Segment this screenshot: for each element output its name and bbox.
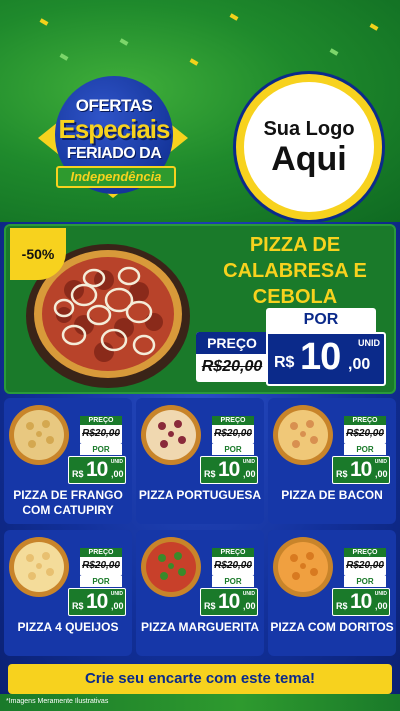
currency: R$	[336, 601, 348, 611]
badge-line-feriado: FERIADO DA	[66, 145, 162, 162]
price-int: 10	[218, 458, 240, 481]
price-box: UNID R$ 10 ,00	[332, 588, 390, 616]
price-box: UNID R$ 10 ,00	[68, 456, 126, 484]
product-card[interactable]: PREÇO R$20,00 POR UNID R$ 10 ,00 PIZZA M…	[136, 530, 264, 656]
old-price-box: PREÇO R$20,00	[344, 548, 386, 576]
preco-label: PREÇO	[344, 548, 386, 557]
price-int: 10	[86, 458, 108, 481]
product-card[interactable]: PREÇO R$20,00 POR UNID R$ 10 ,00 PIZZA 4…	[4, 530, 132, 656]
price-cents: ,00	[375, 469, 388, 479]
badge-line-especiais: Especiais	[58, 114, 171, 144]
price-box: UNID R$ 10 ,00	[200, 456, 258, 484]
cta-banner[interactable]: Crie seu encarte com este tema!	[8, 664, 392, 694]
product-card[interactable]: PREÇO R$20,00 POR UNID R$ 10 ,00 PIZZA P…	[136, 398, 264, 524]
product-name: PIZZA MARGUERITA	[141, 620, 259, 634]
preco-label: PREÇO	[80, 548, 122, 557]
currency: R$	[204, 601, 216, 611]
unit: UNID	[242, 591, 255, 597]
por-label: POR	[80, 576, 122, 587]
preco-label: PREÇO	[212, 548, 254, 557]
footnote: *Imagens Meramente Ilustrativas	[6, 698, 109, 705]
featured-preco-label: PREÇO	[196, 332, 268, 354]
confetti	[369, 23, 379, 31]
pizza-image	[273, 405, 333, 465]
currency: R$	[204, 469, 216, 479]
product-card[interactable]: PREÇO R$20,00 POR UNID R$ 10 ,00 PIZZA D…	[268, 398, 396, 524]
price-int: 10	[218, 590, 240, 613]
featured-currency: R$	[274, 354, 295, 371]
por-label: POR	[344, 444, 386, 455]
featured-product-title: PIZZA DE CALABRESA E CEBOLA	[223, 234, 367, 308]
featured-old-price: R$20,00	[201, 358, 263, 375]
pizza-image	[273, 537, 333, 597]
price-box: UNID R$ 10 ,00	[200, 588, 258, 616]
pizza-image	[141, 537, 201, 597]
preco-label: PREÇO	[344, 416, 386, 425]
por-label: POR	[344, 576, 386, 587]
logo-placeholder: Sua Logo Aqui	[236, 74, 382, 220]
price-cents: ,00	[111, 469, 124, 479]
old-price-box: PREÇO R$20,00	[80, 416, 122, 444]
product-card[interactable]: PREÇO R$20,00 POR UNID R$ 10 ,00 PIZZA C…	[268, 530, 396, 656]
confetti	[119, 38, 129, 46]
old-price-box: PREÇO R$20,00	[344, 416, 386, 444]
confetti	[229, 13, 239, 21]
product-name: PIZZA DE FRANGO COM CATUPIRY	[13, 488, 123, 517]
unit: UNID	[374, 591, 387, 597]
price-cents: ,00	[111, 601, 124, 611]
old-price: R$20,00	[82, 428, 120, 439]
old-price: R$20,00	[82, 560, 120, 571]
featured-old-price-box: PREÇO R$20,00	[196, 332, 268, 382]
featured-unit: UNID	[358, 338, 380, 348]
pizza-image	[141, 405, 201, 465]
product-card[interactable]: PREÇO R$20,00 POR UNID R$ 10 ,00 PIZZA D…	[4, 398, 132, 524]
currency: R$	[72, 601, 84, 611]
product-name: PIZZA DE BACON	[281, 488, 383, 502]
unit: UNID	[110, 459, 123, 465]
por-label: POR	[212, 444, 254, 455]
pizza-image	[9, 537, 69, 597]
preco-label: PREÇO	[80, 416, 122, 425]
currency: R$	[336, 469, 348, 479]
featured-price-cents: ,00	[348, 356, 371, 373]
product-name: PIZZA PORTUGUESA	[138, 488, 262, 502]
unit: UNID	[374, 459, 387, 465]
logo-text-line2: Aqui	[271, 139, 347, 178]
badge-line-independencia: Independência	[56, 166, 176, 188]
badge-line-ofertas: OFERTAS	[75, 96, 153, 115]
por-label: POR	[212, 576, 254, 587]
unit: UNID	[242, 459, 255, 465]
featured-price-box: UNID R$ 10 ,00	[266, 332, 386, 386]
old-price: R$20,00	[346, 560, 384, 571]
featured-price-int: 10	[300, 336, 341, 378]
old-price: R$20,00	[214, 560, 252, 571]
logo-text-line1: Sua Logo	[263, 117, 355, 140]
currency: R$	[72, 469, 84, 479]
price-int: 10	[86, 590, 108, 613]
preco-label: PREÇO	[212, 416, 254, 425]
confetti	[59, 53, 69, 61]
old-price: R$20,00	[214, 428, 252, 439]
promo-badge: OFERTAS Especiais FERIADO DA Independênc…	[28, 70, 200, 210]
price-int: 10	[350, 458, 372, 481]
pizza-image	[9, 405, 69, 465]
por-label: POR	[80, 444, 122, 455]
old-price-box: PREÇO R$20,00	[212, 416, 254, 444]
price-box: UNID R$ 10 ,00	[332, 456, 390, 484]
confetti	[189, 58, 199, 66]
price-int: 10	[350, 590, 372, 613]
featured-por-label: POR	[266, 308, 376, 332]
price-box: UNID R$ 10 ,00	[68, 588, 126, 616]
confetti	[39, 18, 49, 26]
old-price: R$20,00	[346, 428, 384, 439]
old-price-box: PREÇO R$20,00	[212, 548, 254, 576]
product-name: PIZZA 4 QUEIJOS	[17, 620, 119, 634]
old-price-box: PREÇO R$20,00	[80, 548, 122, 576]
price-cents: ,00	[243, 469, 256, 479]
product-name: PIZZA COM DORITOS	[270, 620, 394, 634]
confetti	[329, 48, 339, 56]
unit: UNID	[110, 591, 123, 597]
price-cents: ,00	[243, 601, 256, 611]
price-cents: ,00	[375, 601, 388, 611]
